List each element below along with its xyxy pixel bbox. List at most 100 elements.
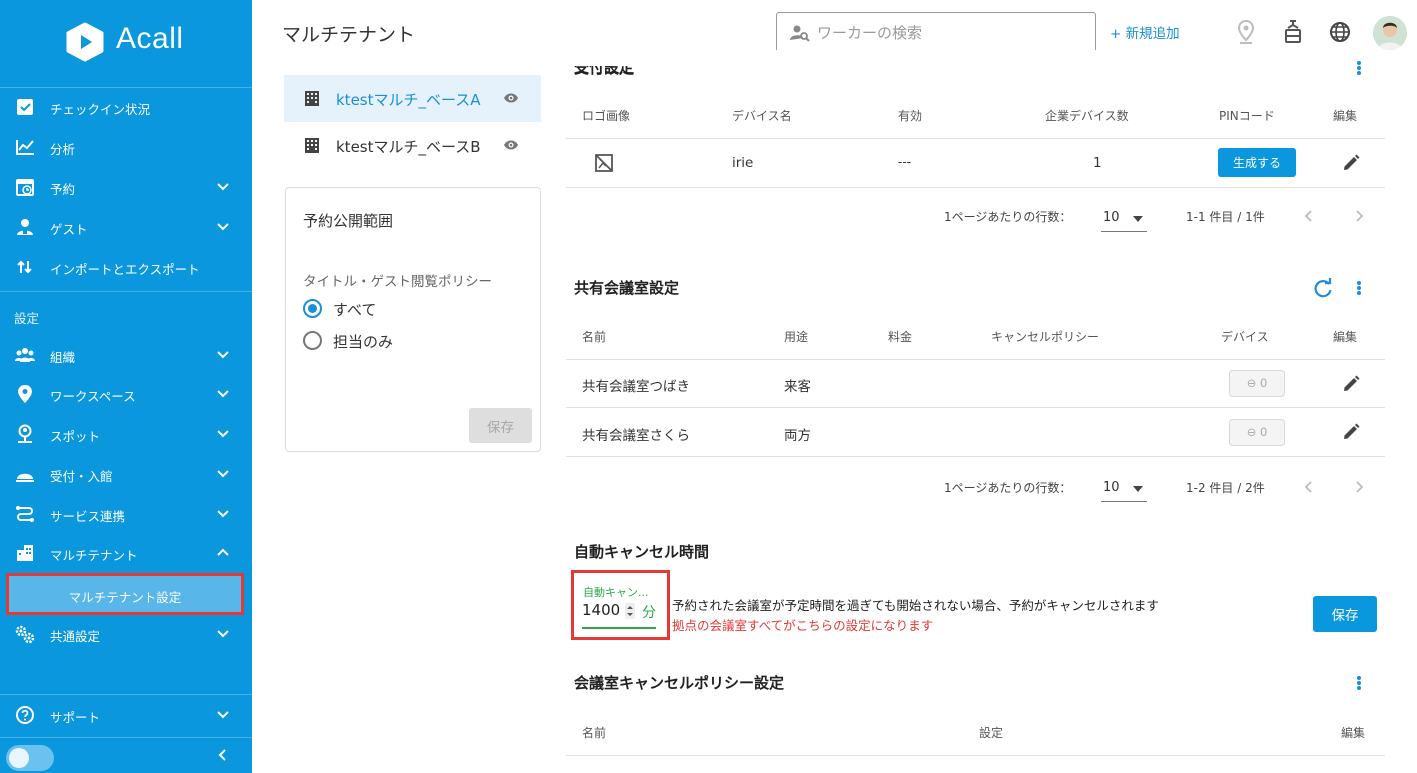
column-header: 有効	[898, 109, 923, 123]
sidebar-item-reservation[interactable]: 予約	[0, 169, 252, 205]
person-search-icon	[790, 25, 810, 42]
brand-logo[interactable]: Acall	[0, 0, 252, 88]
auto-cancel-minutes-input[interactable]: 1400	[582, 601, 620, 619]
column-header: キャンセルポリシー	[991, 330, 1100, 344]
sidebar-subitem-multitenant-settings[interactable]: マルチテナント設定	[6, 573, 244, 615]
eye-icon[interactable]	[503, 92, 519, 104]
radio-unchecked-icon	[303, 331, 322, 350]
device-count-cell: 1	[1093, 155, 1102, 171]
chevron-down-icon	[217, 711, 229, 719]
sidebar-item-integrations[interactable]: サービス連携	[0, 496, 252, 532]
chevron-down-icon	[217, 183, 229, 191]
linked-devices-badge[interactable]: ⊖ 0	[1229, 419, 1285, 446]
column-header: 企業デバイス数	[1045, 109, 1129, 123]
sidebar-item-label: 予約	[50, 182, 76, 197]
more-vert-icon[interactable]	[1356, 674, 1362, 692]
table-divider	[566, 359, 1385, 360]
theme-toggle[interactable]	[6, 745, 54, 771]
auto-cancel-save-button[interactable]: 保存	[1313, 596, 1377, 632]
auto-cancel-field[interactable]: 自動キャン... 1400 分	[571, 570, 670, 640]
chevron-right-icon[interactable]	[1353, 480, 1365, 494]
column-header: 料金	[888, 330, 913, 344]
sidebar-item-spot[interactable]: スポット	[0, 416, 252, 452]
eye-icon[interactable]	[503, 139, 519, 151]
scope-save-button[interactable]: 保存	[469, 408, 532, 443]
chevron-right-icon[interactable]	[1353, 209, 1365, 223]
globe-icon[interactable]	[1327, 18, 1353, 46]
reception-bell-icon	[16, 473, 34, 482]
column-header: ロゴ画像	[582, 109, 631, 123]
checkin-device-icon[interactable]	[1280, 18, 1306, 46]
card-title: 予約公開範囲	[303, 212, 394, 230]
toggle-knob	[9, 748, 29, 768]
sidebar-item-guest[interactable]: ゲスト	[0, 209, 252, 245]
chevron-left-icon[interactable]	[1303, 480, 1315, 494]
number-spinner-icon[interactable]	[625, 603, 635, 619]
column-header: 編集	[1333, 109, 1358, 123]
refresh-icon[interactable]	[1312, 277, 1334, 299]
room-name-cell: 共有会議室さくら	[582, 428, 690, 444]
location-pin-icon[interactable]	[1233, 18, 1259, 46]
people-icon	[15, 348, 35, 362]
radio-assigned-only[interactable]: 担当のみ	[303, 330, 503, 352]
field-underline	[582, 627, 656, 629]
sidebar-divider	[0, 737, 252, 738]
sidebar-item-support[interactable]: サポート	[0, 697, 252, 733]
table-divider	[566, 456, 1385, 457]
chevron-left-icon[interactable]	[214, 746, 232, 764]
sidebar-item-import-export[interactable]: インポートとエクスポート	[0, 249, 252, 285]
radio-all[interactable]: すべて	[303, 298, 503, 320]
table-divider	[566, 407, 1385, 408]
gears-icon	[15, 625, 35, 644]
page-title: マルチテナント	[282, 24, 416, 46]
rows-per-page-select[interactable]: 10	[1101, 476, 1147, 502]
user-avatar[interactable]	[1373, 16, 1407, 50]
column-header: デバイス	[1221, 330, 1269, 344]
sidebar-item-label: 組織	[50, 350, 76, 365]
sidebar-item-common-settings[interactable]: 共通設定	[0, 616, 252, 652]
dropdown-arrow-icon	[1133, 486, 1143, 492]
edit-pencil-icon[interactable]	[1342, 423, 1360, 441]
chevron-up-icon	[217, 548, 229, 556]
rows-per-page-select[interactable]: 10	[1101, 206, 1147, 232]
base-item-b[interactable]: ktestマルチ_ベースB	[284, 122, 541, 169]
sidebar-item-reception[interactable]: 受付・入館	[0, 456, 252, 492]
base-name: ktestマルチ_ベースB	[336, 138, 481, 156]
add-new-button[interactable]: + 新規追加	[1110, 22, 1180, 42]
chart-line-icon	[16, 140, 34, 155]
sidebar-item-multitenant[interactable]: マルチテナント	[0, 535, 252, 571]
more-vert-icon[interactable]	[1356, 279, 1362, 297]
page-range: 1-1 件目 / 1件	[1186, 210, 1265, 224]
sidebar-item-organization[interactable]: 組織	[0, 337, 252, 373]
edit-pencil-icon[interactable]	[1342, 154, 1360, 172]
column-header: 編集	[1341, 726, 1366, 740]
chevron-down-icon	[217, 351, 229, 359]
table-divider	[566, 755, 1385, 756]
link-icon: ⊖	[1246, 376, 1260, 390]
table-divider	[566, 138, 1385, 139]
search-input[interactable]	[817, 21, 1087, 45]
device-count: 0	[1259, 425, 1268, 439]
sidebar-item-label: サービス連携	[50, 509, 126, 524]
radio-label: 担当のみ	[333, 333, 394, 351]
auto-cancel-note: 拠点の会議室すべてがこちらの設定になります	[672, 618, 934, 633]
shared-rooms-section-title: 共有会議室設定	[574, 279, 680, 297]
person-pin-icon	[18, 424, 32, 443]
sidebar-subitem-label: マルチテナント設定	[68, 590, 182, 605]
linked-devices-badge[interactable]: ⊖ 0	[1229, 370, 1285, 397]
sidebar-item-workspace[interactable]: ワークスペース	[0, 376, 252, 412]
chevron-down-icon	[217, 430, 229, 438]
enabled-cell: ---	[898, 155, 911, 169]
sidebar-item-label: ワークスペース	[50, 389, 136, 404]
table-divider	[566, 187, 1385, 188]
sidebar-item-checkin[interactable]: チェックイン状況	[0, 89, 252, 125]
chevron-left-icon[interactable]	[1303, 209, 1315, 223]
sidebar-item-analytics[interactable]: 分析	[0, 129, 252, 165]
column-header: デバイス名	[732, 109, 792, 123]
cancel-policy-section-title: 会議室キャンセルポリシー設定	[574, 674, 785, 692]
generate-pin-button[interactable]: 生成する	[1218, 148, 1296, 177]
edit-pencil-icon[interactable]	[1342, 375, 1360, 393]
worker-search[interactable]	[776, 12, 1096, 53]
more-vert-icon[interactable]	[1356, 59, 1362, 77]
base-item-a[interactable]: ktestマルチ_ベースA	[284, 75, 541, 122]
